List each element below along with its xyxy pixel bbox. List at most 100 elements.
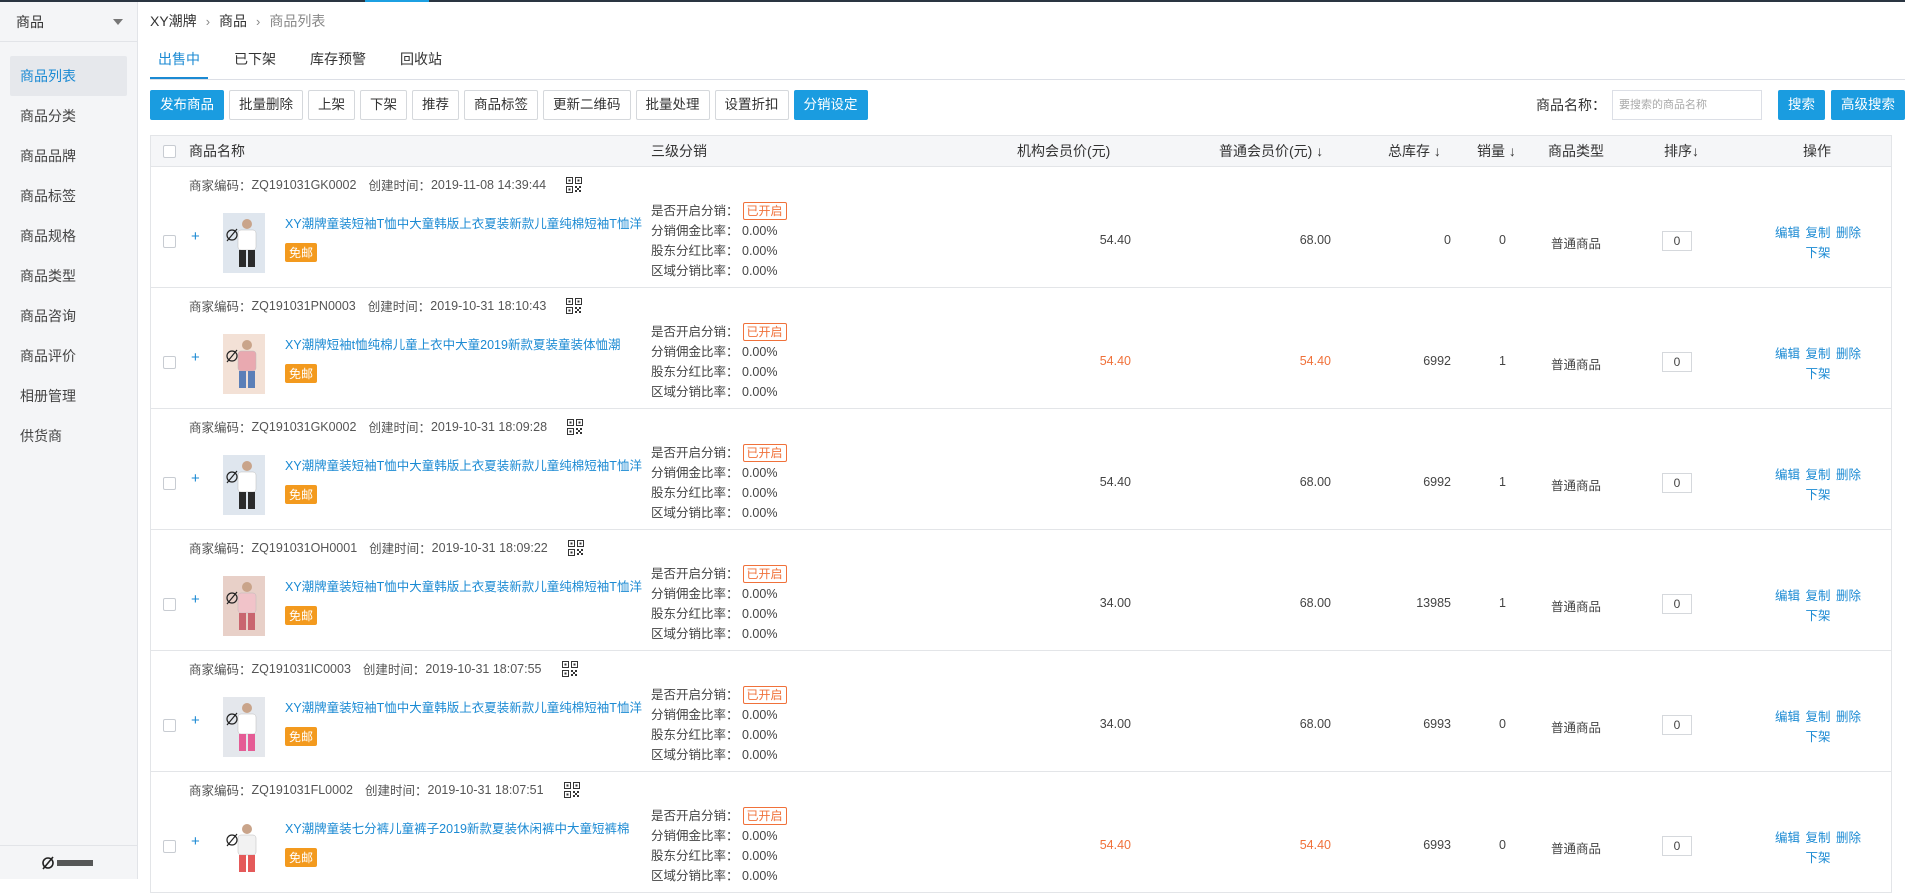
row-checkbox[interactable]	[163, 356, 176, 369]
sort-input[interactable]: 0	[1662, 352, 1692, 372]
sort-input[interactable]: 0	[1662, 594, 1692, 614]
delete-link[interactable]: 删除	[1836, 589, 1861, 603]
header-org-price[interactable]: 机构会员价(元)	[1017, 136, 1110, 166]
sidebar-item[interactable]: 商品评价	[10, 336, 127, 376]
product-thumbnail[interactable]	[223, 697, 265, 757]
product-thumbnail[interactable]	[223, 576, 265, 636]
search-button[interactable]: 搜索	[1778, 90, 1825, 120]
breadcrumb-item-home[interactable]: XY潮牌	[150, 11, 197, 31]
offshelf-link[interactable]: 下架	[1805, 851, 1830, 865]
product-name-link[interactable]: XY潮牌短袖t恤纯棉儿童上衣中大童2019新款夏装童装体恤潮	[285, 334, 620, 353]
sidebar-item[interactable]: 供货商	[10, 416, 127, 456]
delete-link[interactable]: 删除	[1836, 468, 1861, 482]
sort-input[interactable]: 0	[1662, 715, 1692, 735]
tab-on-sale[interactable]: 出售中	[150, 40, 208, 79]
sidebar-item[interactable]: 商品分类	[10, 96, 127, 136]
edit-link[interactable]: 编辑	[1775, 226, 1800, 240]
offshelf-link[interactable]: 下架	[1805, 609, 1830, 623]
offshelf-link[interactable]: 下架	[1805, 246, 1830, 260]
edit-link[interactable]: 编辑	[1775, 831, 1800, 845]
product-thumbnail[interactable]	[223, 818, 265, 878]
header-sales[interactable]: 销量 ↓	[1477, 136, 1516, 166]
advanced-search-button[interactable]: 高级搜索	[1831, 90, 1905, 120]
product-name-link[interactable]: XY潮牌童装短袖T恤中大童韩版上衣夏装新款儿童纯棉短袖T恤洋	[285, 576, 642, 595]
delete-link[interactable]: 删除	[1836, 347, 1861, 361]
qrcode-icon[interactable]	[566, 176, 583, 193]
row-checkbox[interactable]	[163, 719, 176, 732]
expand-icon[interactable]: +	[191, 228, 200, 245]
sidebar-item[interactable]: 商品类型	[10, 256, 127, 296]
delete-link[interactable]: 删除	[1836, 831, 1861, 845]
sort-input[interactable]: 0	[1662, 836, 1692, 856]
copy-link[interactable]: 复制	[1805, 226, 1830, 240]
merchant-code: ZQ191031GK0002	[251, 177, 357, 192]
copy-link[interactable]: 复制	[1805, 468, 1830, 482]
distribution-settings-button[interactable]: 分销设定	[793, 90, 868, 120]
qrcode-icon[interactable]	[561, 660, 578, 677]
sort-input[interactable]: 0	[1662, 473, 1692, 493]
expand-icon[interactable]: +	[191, 833, 200, 850]
sidebar-item[interactable]: 商品标签	[10, 176, 127, 216]
qrcode-icon[interactable]	[567, 418, 584, 435]
row-checkbox[interactable]	[163, 840, 176, 853]
tab-stock-warning[interactable]: 库存预警	[302, 40, 374, 79]
row-checkbox[interactable]	[163, 477, 176, 490]
edit-link[interactable]: 编辑	[1775, 710, 1800, 724]
copy-link[interactable]: 复制	[1805, 831, 1830, 845]
select-all-checkbox[interactable]	[163, 145, 176, 158]
row-checkbox[interactable]	[163, 235, 176, 248]
sidebar-item[interactable]: 商品咨询	[10, 296, 127, 336]
header-normal-price[interactable]: 普通会员价(元) ↓	[1219, 136, 1323, 166]
header-stock[interactable]: 总库存 ↓	[1388, 136, 1441, 166]
header-sort[interactable]: 排序↓	[1664, 136, 1699, 166]
copy-link[interactable]: 复制	[1805, 347, 1830, 361]
update-qrcode-button[interactable]: 更新二维码	[543, 90, 631, 120]
offshelf-link[interactable]: 下架	[1805, 488, 1830, 502]
tab-recycle-bin[interactable]: 回收站	[392, 40, 450, 79]
tab-off-shelf[interactable]: 已下架	[226, 40, 284, 79]
region-value: 0.00%	[742, 627, 778, 641]
product-name-link[interactable]: XY潮牌童装七分裤儿童裤子2019新款夏装休闲裤中大童短裤棉	[285, 818, 629, 837]
sidebar-item[interactable]: 商品品牌	[10, 136, 127, 176]
product-name-link[interactable]: XY潮牌童装短袖T恤中大童韩版上衣夏装新款儿童纯棉短袖T恤洋	[285, 455, 642, 474]
breadcrumb-item-goods[interactable]: 商品	[219, 11, 247, 31]
search-label: 商品名称：	[1536, 97, 1606, 113]
product-thumbnail[interactable]	[223, 213, 265, 273]
expand-icon[interactable]: +	[191, 470, 200, 487]
edit-link[interactable]: 编辑	[1775, 468, 1800, 482]
tag-button[interactable]: 商品标签	[464, 90, 538, 120]
edit-link[interactable]: 编辑	[1775, 589, 1800, 603]
expand-icon[interactable]: +	[191, 591, 200, 608]
discount-button[interactable]: 设置折扣	[714, 90, 789, 120]
sort-input[interactable]: 0	[1662, 231, 1692, 251]
qrcode-icon[interactable]	[566, 297, 583, 314]
publish-button[interactable]: 发布商品	[150, 90, 224, 120]
copy-link[interactable]: 复制	[1805, 589, 1830, 603]
batch-delete-button[interactable]: 批量删除	[229, 90, 303, 120]
batch-process-button[interactable]: 批量处理	[635, 90, 710, 120]
onshelf-button[interactable]: 上架	[308, 90, 355, 120]
sidebar-item[interactable]: 商品规格	[10, 216, 127, 256]
product-name-link[interactable]: XY潮牌童装短袖T恤中大童韩版上衣夏装新款儿童纯棉短袖T恤洋	[285, 697, 642, 716]
product-thumbnail[interactable]	[223, 455, 265, 515]
qrcode-icon[interactable]	[563, 781, 580, 798]
row-checkbox[interactable]	[163, 598, 176, 611]
sidebar-item[interactable]: 相册管理	[10, 376, 127, 416]
expand-icon[interactable]: +	[191, 349, 200, 366]
delete-link[interactable]: 删除	[1836, 710, 1861, 724]
sidebar-header[interactable]: 商品	[0, 2, 137, 42]
offshelf-link[interactable]: 下架	[1805, 367, 1830, 381]
product-thumbnail[interactable]	[223, 334, 265, 394]
qrcode-icon[interactable]	[567, 539, 584, 556]
search-input[interactable]	[1612, 90, 1762, 120]
product-name-link[interactable]: XY潮牌童装短袖T恤中大童韩版上衣夏装新款儿童纯棉短袖T恤洋	[285, 213, 642, 232]
delete-link[interactable]: 删除	[1836, 226, 1861, 240]
copy-link[interactable]: 复制	[1805, 710, 1830, 724]
recommend-button[interactable]: 推荐	[412, 90, 459, 120]
offshelf-link[interactable]: 下架	[1805, 730, 1830, 744]
sales-value: 0	[1499, 233, 1506, 247]
edit-link[interactable]: 编辑	[1775, 347, 1800, 361]
offshelf-button[interactable]: 下架	[360, 90, 407, 120]
sidebar-item[interactable]: 商品列表	[10, 56, 127, 96]
expand-icon[interactable]: +	[191, 712, 200, 729]
